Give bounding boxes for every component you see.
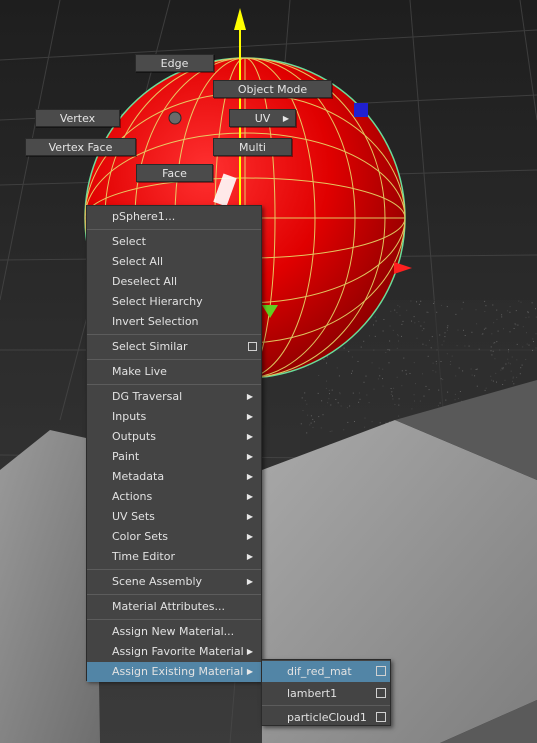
mm-vertex-face-button[interactable]: Vertex Face	[25, 138, 136, 156]
menu-item-label: Deselect All	[112, 275, 178, 288]
separator	[87, 334, 261, 335]
menu-item-select-similar[interactable]: Select Similar	[87, 337, 261, 357]
menu-item-assign-favorite-material[interactable]: Assign Favorite Material ▶	[87, 642, 261, 662]
submenu-arrow-icon: ▶	[246, 432, 253, 441]
menu-item-label: Color Sets	[112, 530, 169, 543]
menu-item-label: Time Editor	[112, 550, 175, 563]
submenu-item-label: lambert1	[287, 687, 338, 700]
mm-object-mode-label: Object Mode	[237, 83, 308, 96]
mm-uv-button[interactable]: UV ▶	[229, 109, 296, 127]
submenu-arrow-icon: ▶	[246, 392, 253, 401]
menu-item-label: Inputs	[112, 410, 147, 423]
submenu-arrow-icon: ▶	[246, 412, 253, 421]
menu-item-label: Assign Favorite Material	[112, 645, 244, 658]
option-box-icon[interactable]	[376, 688, 386, 698]
submenu-arrow-icon: ▶	[282, 114, 289, 123]
menu-item-material-attributes[interactable]: Material Attributes...	[87, 597, 261, 617]
option-box-icon[interactable]	[248, 342, 257, 351]
menu-item-label: Make Live	[112, 365, 167, 378]
mm-uv-label: UV	[254, 112, 271, 125]
mm-multi-label: Multi	[239, 141, 266, 154]
object-name-label: pSphere1...	[112, 210, 176, 223]
submenu-arrow-icon: ▶	[246, 452, 253, 461]
menu-item-label: Select All	[112, 255, 164, 268]
menu-item-invert-selection[interactable]: Invert Selection	[87, 312, 261, 332]
menu-item-label: DG Traversal	[112, 390, 183, 403]
menu-item-make-live[interactable]: Make Live	[87, 362, 261, 382]
menu-item-label: Material Attributes...	[112, 600, 225, 613]
context-menu: pSphere1... Select Select All Deselect A…	[86, 205, 262, 682]
submenu-arrow-icon: ▶	[246, 552, 253, 561]
menu-item-assign-new-material[interactable]: Assign New Material...	[87, 622, 261, 642]
mm-face-button[interactable]: Face	[136, 164, 213, 182]
submenu-item-particlecloud1[interactable]: particleCloud1	[262, 706, 390, 729]
separator	[87, 619, 261, 620]
menu-item-select[interactable]: Select	[87, 232, 261, 252]
menu-item-label: Actions	[112, 490, 153, 503]
manip-blue-handle	[354, 103, 368, 117]
menu-item-dg-traversal[interactable]: DG Traversal ▶	[87, 387, 261, 407]
menu-item-label: Select Similar	[112, 340, 188, 353]
menu-item-select-hierarchy[interactable]: Select Hierarchy	[87, 292, 261, 312]
mm-vertex-button[interactable]: Vertex	[35, 109, 120, 127]
submenu-item-lambert1[interactable]: lambert1	[262, 682, 390, 705]
menu-item-label: Paint	[112, 450, 140, 463]
submenu-arrow-icon: ▶	[246, 472, 253, 481]
menu-item-label: Invert Selection	[112, 315, 199, 328]
mm-face-label: Face	[162, 167, 187, 180]
menu-item-time-editor[interactable]: Time Editor ▶	[87, 547, 261, 567]
menu-item-label: Metadata	[112, 470, 165, 483]
separator	[87, 229, 261, 230]
menu-item-label: Select	[112, 235, 146, 248]
submenu-item-label: particleCloud1	[287, 711, 367, 724]
option-box-icon[interactable]	[376, 712, 386, 722]
menu-item-metadata[interactable]: Metadata ▶	[87, 467, 261, 487]
menu-item-outputs[interactable]: Outputs ▶	[87, 427, 261, 447]
submenu-arrow-icon: ▶	[246, 532, 253, 541]
marking-menu-center	[168, 111, 182, 125]
submenu-arrow-icon: ▶	[246, 492, 253, 501]
submenu-arrow-icon: ▶	[246, 667, 253, 676]
menu-item-label: Scene Assembly	[112, 575, 203, 588]
separator	[87, 594, 261, 595]
mm-multi-button[interactable]: Multi	[213, 138, 292, 156]
submenu-arrow-icon: ▶	[246, 647, 253, 656]
submenu-arrow-icon: ▶	[246, 512, 253, 521]
menu-item-assign-existing-material[interactable]: Assign Existing Material ▶	[87, 662, 261, 682]
menu-item-scene-assembly[interactable]: Scene Assembly ▶	[87, 572, 261, 592]
menu-item-label: Outputs	[112, 430, 156, 443]
mm-vertex-face-label: Vertex Face	[48, 141, 113, 154]
menu-item-label: Assign Existing Material	[112, 665, 244, 678]
mm-edge-label: Edge	[160, 57, 189, 70]
menu-item-uv-sets[interactable]: UV Sets ▶	[87, 507, 261, 527]
menu-item-label: Assign New Material...	[112, 625, 235, 638]
mm-vertex-label: Vertex	[59, 112, 96, 125]
submenu-item-dif-red-mat[interactable]: dif_red_mat	[262, 661, 390, 682]
separator	[87, 359, 261, 360]
mm-edge-button[interactable]: Edge	[135, 54, 214, 72]
menu-item-color-sets[interactable]: Color Sets ▶	[87, 527, 261, 547]
menu-item-label: Select Hierarchy	[112, 295, 203, 308]
submenu-item-label: dif_red_mat	[287, 665, 352, 678]
submenu-arrow-icon: ▶	[246, 577, 253, 586]
option-box-icon[interactable]	[376, 666, 386, 676]
menu-item-actions[interactable]: Actions ▶	[87, 487, 261, 507]
viewport-3d[interactable]: Edge Object Mode Vertex UV ▶ Vertex Face …	[0, 0, 537, 743]
menu-object-name[interactable]: pSphere1...	[87, 207, 261, 227]
menu-item-inputs[interactable]: Inputs ▶	[87, 407, 261, 427]
separator	[87, 569, 261, 570]
existing-material-submenu: dif_red_mat lambert1 particleCloud1	[261, 659, 391, 726]
mm-object-mode-button[interactable]: Object Mode	[213, 80, 332, 98]
menu-item-deselect-all[interactable]: Deselect All	[87, 272, 261, 292]
left-plane	[0, 430, 100, 743]
separator	[87, 384, 261, 385]
menu-item-paint[interactable]: Paint ▶	[87, 447, 261, 467]
menu-item-label: UV Sets	[112, 510, 155, 523]
menu-item-select-all[interactable]: Select All	[87, 252, 261, 272]
